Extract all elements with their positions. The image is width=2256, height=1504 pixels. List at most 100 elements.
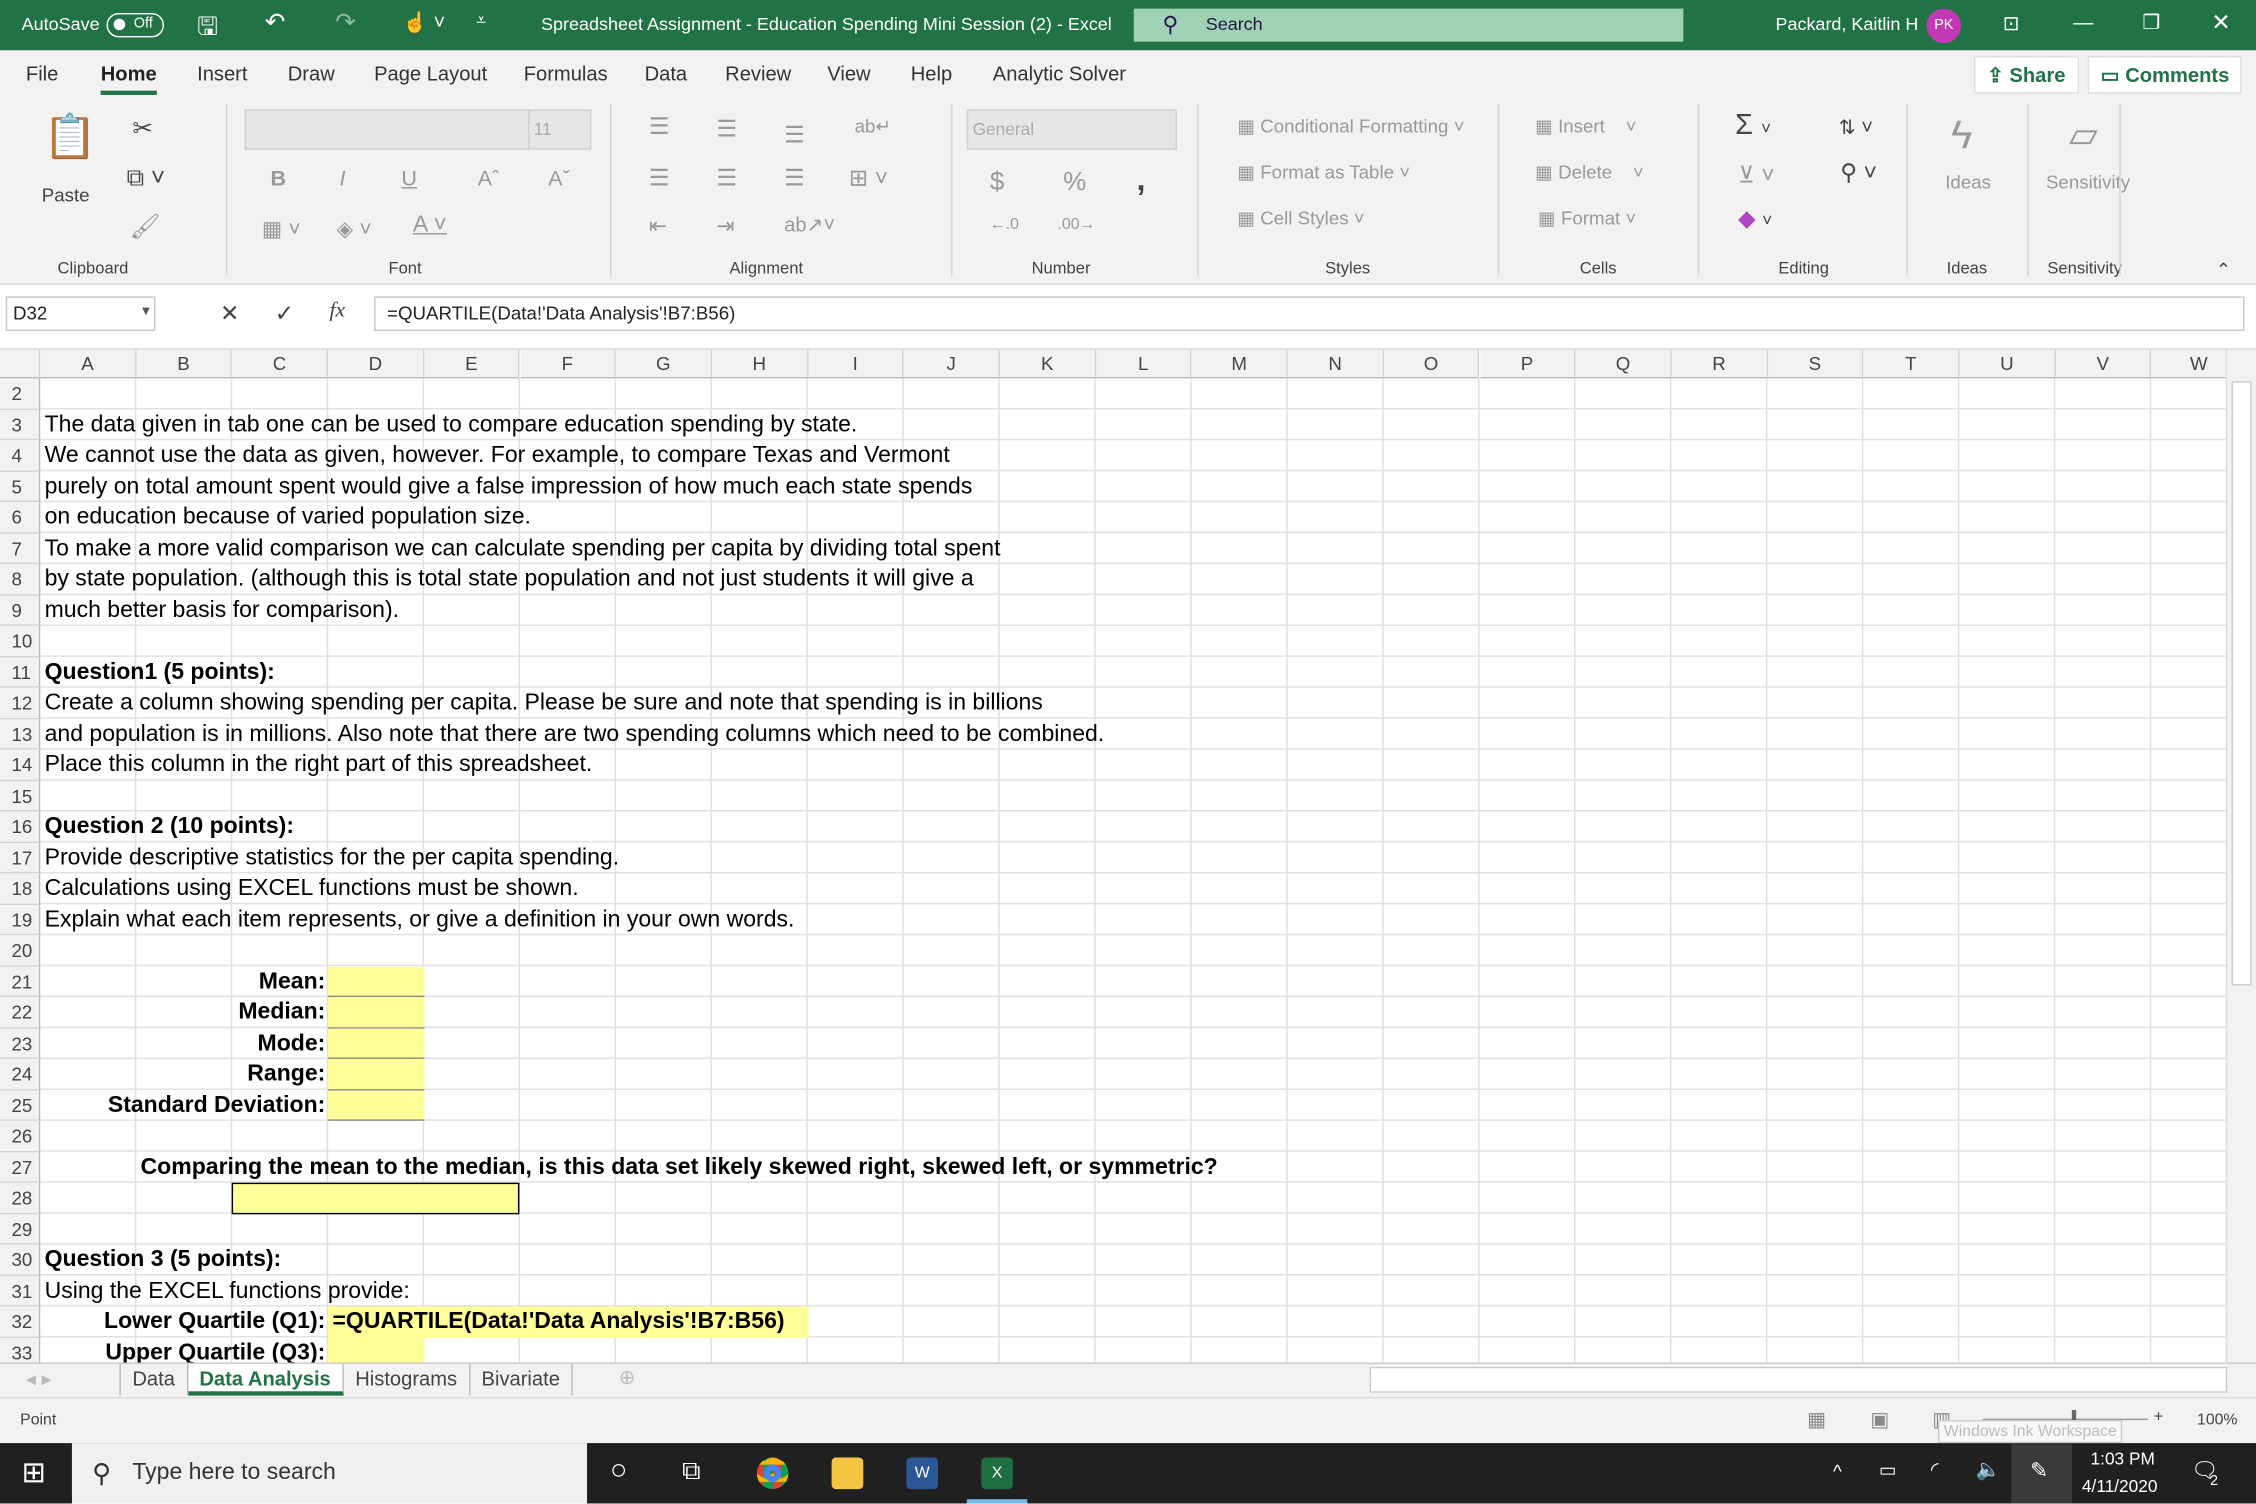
autosum-button[interactable]: Σ ˅ [1735,109,1771,142]
delete-cells-button[interactable]: ▦ Delete ˅ [1535,161,1644,184]
column-header-M[interactable]: M [1191,349,1288,379]
column-header-Q[interactable]: Q [1575,349,1672,379]
format-painter-icon[interactable]: 🖌 [129,213,160,242]
highlighted-cell[interactable] [328,1028,425,1059]
row-header-29[interactable]: 29 [0,1213,41,1245]
row-header-15[interactable]: 15 [0,780,41,812]
sort-filter-icon[interactable]: ⇅ ˅ [1839,115,1873,139]
column-header-I[interactable]: I [808,349,904,379]
file-explorer-icon[interactable] [831,1457,864,1490]
conditional-formatting-button[interactable]: ▦ Conditional Formatting ˅ [1237,115,1464,138]
find-select-icon[interactable]: ⚲ ˅ [1840,158,1877,187]
column-header-F[interactable]: F [520,349,617,379]
column-header-A[interactable]: A [40,349,137,379]
cell-B27[interactable]: Comparing the mean to the median, is thi… [141,1152,1218,1183]
tab-page-layout[interactable]: Page Layout [374,62,487,85]
search-box[interactable]: ⚲ Search [1133,8,1684,42]
cell-C21[interactable]: Mean: [259,966,326,997]
avatar[interactable]: PK [1926,8,1962,44]
highlighted-cell[interactable] [328,966,425,998]
decrease-indent-icon[interactable]: ⇤ [649,213,667,238]
chrome-icon[interactable] [756,1457,789,1490]
column-header-J[interactable]: J [903,349,1000,379]
align-top-icon[interactable]: ☰ [649,112,670,141]
wrap-text-icon[interactable]: ab↵ [855,115,891,138]
row-header-28[interactable]: 28 [0,1182,41,1214]
tab-formulas[interactable]: Formulas [524,62,608,85]
sensitivity-button[interactable]: Sensitivity [2046,171,2130,193]
cell-A31[interactable]: Using the EXCEL functions provide: [45,1275,410,1306]
column-header-T[interactable]: T [1863,349,1960,379]
ideas-icon[interactable]: ϟ [1951,112,1972,158]
cell-C32[interactable]: Lower Quartile (Q1): [104,1306,325,1337]
row-header-32[interactable]: 32 [0,1306,41,1338]
row-header-22[interactable]: 22 [0,997,41,1029]
column-header-O[interactable]: O [1383,349,1480,379]
sheet-tab-bivariate[interactable]: Bivariate [470,1363,573,1396]
decrease-decimal-icon[interactable]: .00→ [1058,216,1096,233]
column-header-H[interactable]: H [712,349,808,379]
paste-button[interactable]: Paste [42,184,90,206]
format-as-table-button[interactable]: ▦ Format as Table ˅ [1237,161,1410,184]
row-header-20[interactable]: 20 [0,935,41,967]
zoom-in-icon[interactable]: + [2154,1409,2163,1426]
comments-button[interactable]: ▭ Comments [2087,56,2243,94]
column-header-E[interactable]: E [424,349,521,379]
minimize-icon[interactable]: — [2073,10,2093,33]
highlighted-cell[interactable] [328,1058,425,1090]
row-header-12[interactable]: 12 [0,687,41,719]
excel-icon[interactable]: X [981,1457,1013,1490]
increase-decimal-icon[interactable]: ←.0 [990,216,1019,233]
prev-sheet-icon[interactable]: ◂ ▸ [26,1367,52,1391]
scroll-thumb[interactable] [2231,381,2252,986]
tab-review[interactable]: Review [725,62,791,85]
cell-A7[interactable]: To make a more valid comparison we can c… [45,533,1001,564]
cell-A17[interactable]: Provide descriptive statistics for the p… [45,842,620,873]
row-header-33[interactable]: 33 [0,1337,41,1363]
row-header-9[interactable]: 9 [0,594,41,626]
cell-A6[interactable]: on education because of varied populatio… [45,502,531,533]
cell-A11[interactable]: Question1 (5 points): [45,657,275,688]
highlighted-cell[interactable] [232,1182,521,1214]
highlighted-cell[interactable] [328,997,425,1029]
cancel-icon[interactable]: ✕ [220,299,239,328]
number-format-dropdown[interactable]: General [966,109,1177,150]
row-header-14[interactable]: 14 [0,749,41,781]
cell-A12[interactable]: Create a column showing spending per cap… [45,688,1043,719]
normal-view-icon[interactable]: ▦ [1807,1407,1826,1431]
column-header-G[interactable]: G [616,349,713,379]
row-header-23[interactable]: 23 [0,1028,41,1059]
merge-center-icon[interactable]: ⊞ ˅ [849,164,888,193]
battery-icon[interactable]: ▭ [1879,1459,1897,1482]
underline-button[interactable]: U [401,167,417,191]
select-all-corner[interactable] [0,349,41,379]
orientation-icon[interactable]: ab↗˅ [784,213,835,237]
new-sheet-icon[interactable]: ⊕ [619,1365,636,1389]
ink-workspace-button[interactable]: ✎ [2011,1443,2072,1504]
column-header-L[interactable]: L [1095,349,1192,379]
borders-icon[interactable]: ▦ ˅ [262,216,301,241]
vertical-scrollbar[interactable] [2225,349,2256,1363]
word-icon[interactable]: W [906,1457,939,1490]
name-box[interactable]: D32 [5,296,156,331]
worksheet-grid[interactable]: ABCDEFGHIJKLMNOPQRSTUVW 2 3 4 5 6 7 8 9 10 11 12 13… [0,349,2226,1363]
align-bottom-icon[interactable]: ☰ [784,121,805,150]
cell-A30[interactable]: Question 3 (5 points): [45,1245,282,1276]
copy-icon[interactable]: ⧉ ˅ [127,164,166,193]
insert-function-button[interactable]: fx [329,299,345,323]
row-header-2[interactable]: 2 [0,378,41,410]
increase-font-icon[interactable]: Aˆ [478,167,500,191]
formula-input[interactable]: =QUARTILE(Data!'Data Analysis'!B7:B56) [374,296,2245,331]
cell-C25[interactable]: Standard Deviation: [108,1090,325,1121]
cell-A13[interactable]: and population is in millions. Also note… [45,719,1105,750]
cells-area[interactable]: The data given in tab one can be used to… [40,378,2226,1363]
insert-cells-button[interactable]: ▦ Insert ˅ [1535,115,1636,138]
horizontal-scrollbar[interactable] [1369,1366,2228,1393]
column-header-W[interactable]: W [2151,349,2226,379]
clear-icon[interactable]: ◆ ˅ [1738,204,1772,233]
restore-icon[interactable]: ❐ [2142,10,2160,34]
autosave-toggle[interactable]: Off [106,12,165,38]
highlighted-cell[interactable] [328,1089,425,1121]
row-header-8[interactable]: 8 [0,564,41,595]
cell-A14[interactable]: Place this column in the right part of t… [45,750,593,781]
